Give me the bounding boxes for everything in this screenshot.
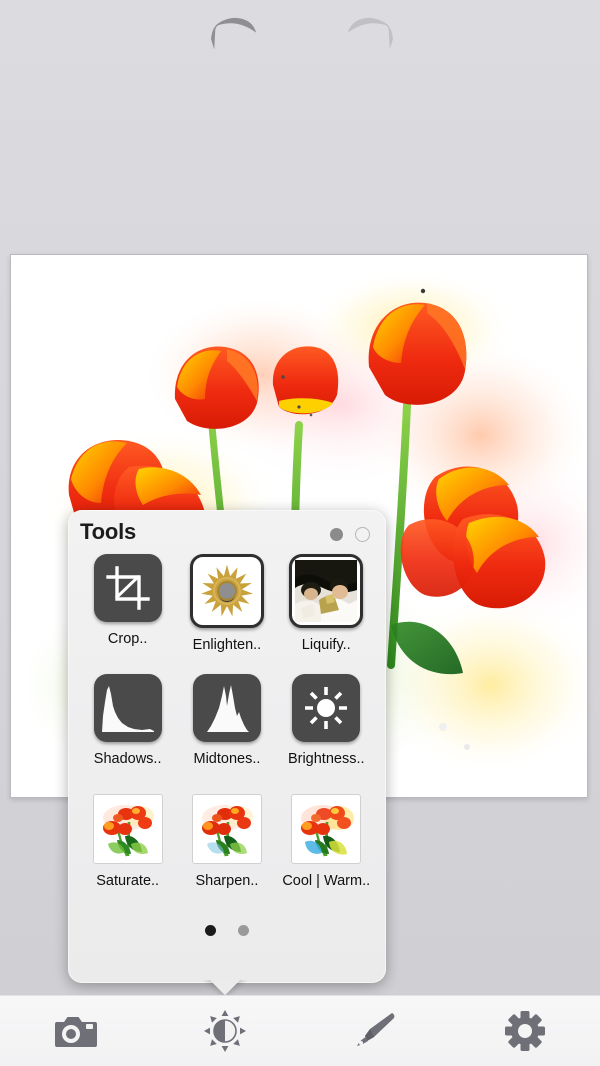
crop-icon [93,554,162,622]
popover-top-pager[interactable] [330,527,370,542]
tool-label: Enlighten.. [192,637,262,653]
tool-midtones[interactable]: Midtones.. [177,674,276,794]
tools-popover: Tools Crop.. Enlighten.. Liquify.. Shado… [68,510,386,983]
coolwarm-thumb-icon [291,794,362,864]
sharpen-thumb-icon [191,794,262,864]
camera-icon [55,1017,97,1047]
paintbrush-icon [357,1013,395,1046]
tool-cool-warm[interactable]: Cool | Warm.. [277,794,376,914]
tool-label: Liquify.. [301,637,351,653]
histogram-midtones-icon [192,674,261,742]
gear-icon [505,1011,545,1051]
bottombar-tools-button[interactable] [150,996,300,1066]
undo-button[interactable] [198,8,270,58]
tool-label: Midtones.. [193,751,261,767]
sunburst-icon [189,554,264,628]
bottombar-camera-button[interactable] [0,996,150,1066]
page-dot-2[interactable] [355,527,370,542]
undo-arrow-icon [211,17,257,50]
bottom-toolbar [0,995,600,1066]
tool-enlighten[interactable]: Enlighten.. [177,554,276,674]
brightness-contrast-icon [204,1010,246,1052]
saturate-thumb-icon [92,794,163,864]
redo-button[interactable] [334,8,406,58]
tool-label: Saturate.. [96,873,160,889]
tool-brightness[interactable]: Brightness.. [277,674,376,794]
tool-label: Brightness.. [287,751,365,767]
popover-bottom-pager[interactable] [68,925,386,936]
carousel-dot-1[interactable] [205,925,216,936]
tool-liquify[interactable]: Liquify.. [277,554,376,674]
photo-editor-app: Tools Crop.. Enlighten.. Liquify.. Shado… [0,0,600,1066]
tools-grid: Crop.. Enlighten.. Liquify.. Shadows.. M… [78,554,376,914]
popover-title: Tools [80,519,137,544]
tool-label: Shadows.. [93,751,162,767]
tool-label: Sharpen.. [195,873,259,889]
tool-saturate[interactable]: Saturate.. [78,794,177,914]
bottombar-settings-button[interactable] [450,996,600,1066]
bottombar-effects-button[interactable] [300,996,450,1066]
page-dot-1[interactable] [330,528,343,541]
liquify-photo-icon [289,554,364,628]
redo-arrow-icon [347,17,393,50]
histogram-shadows-icon [93,674,162,742]
tool-crop[interactable]: Crop.. [78,554,177,674]
top-toolbar [0,0,600,70]
tool-sharpen[interactable]: Sharpen.. [177,794,276,914]
tool-shadows[interactable]: Shadows.. [78,674,177,794]
carousel-dot-2[interactable] [238,925,249,936]
tool-label: Cool | Warm.. [282,873,371,889]
tool-label: Crop.. [107,631,148,647]
sun-brightness-icon [292,674,361,742]
